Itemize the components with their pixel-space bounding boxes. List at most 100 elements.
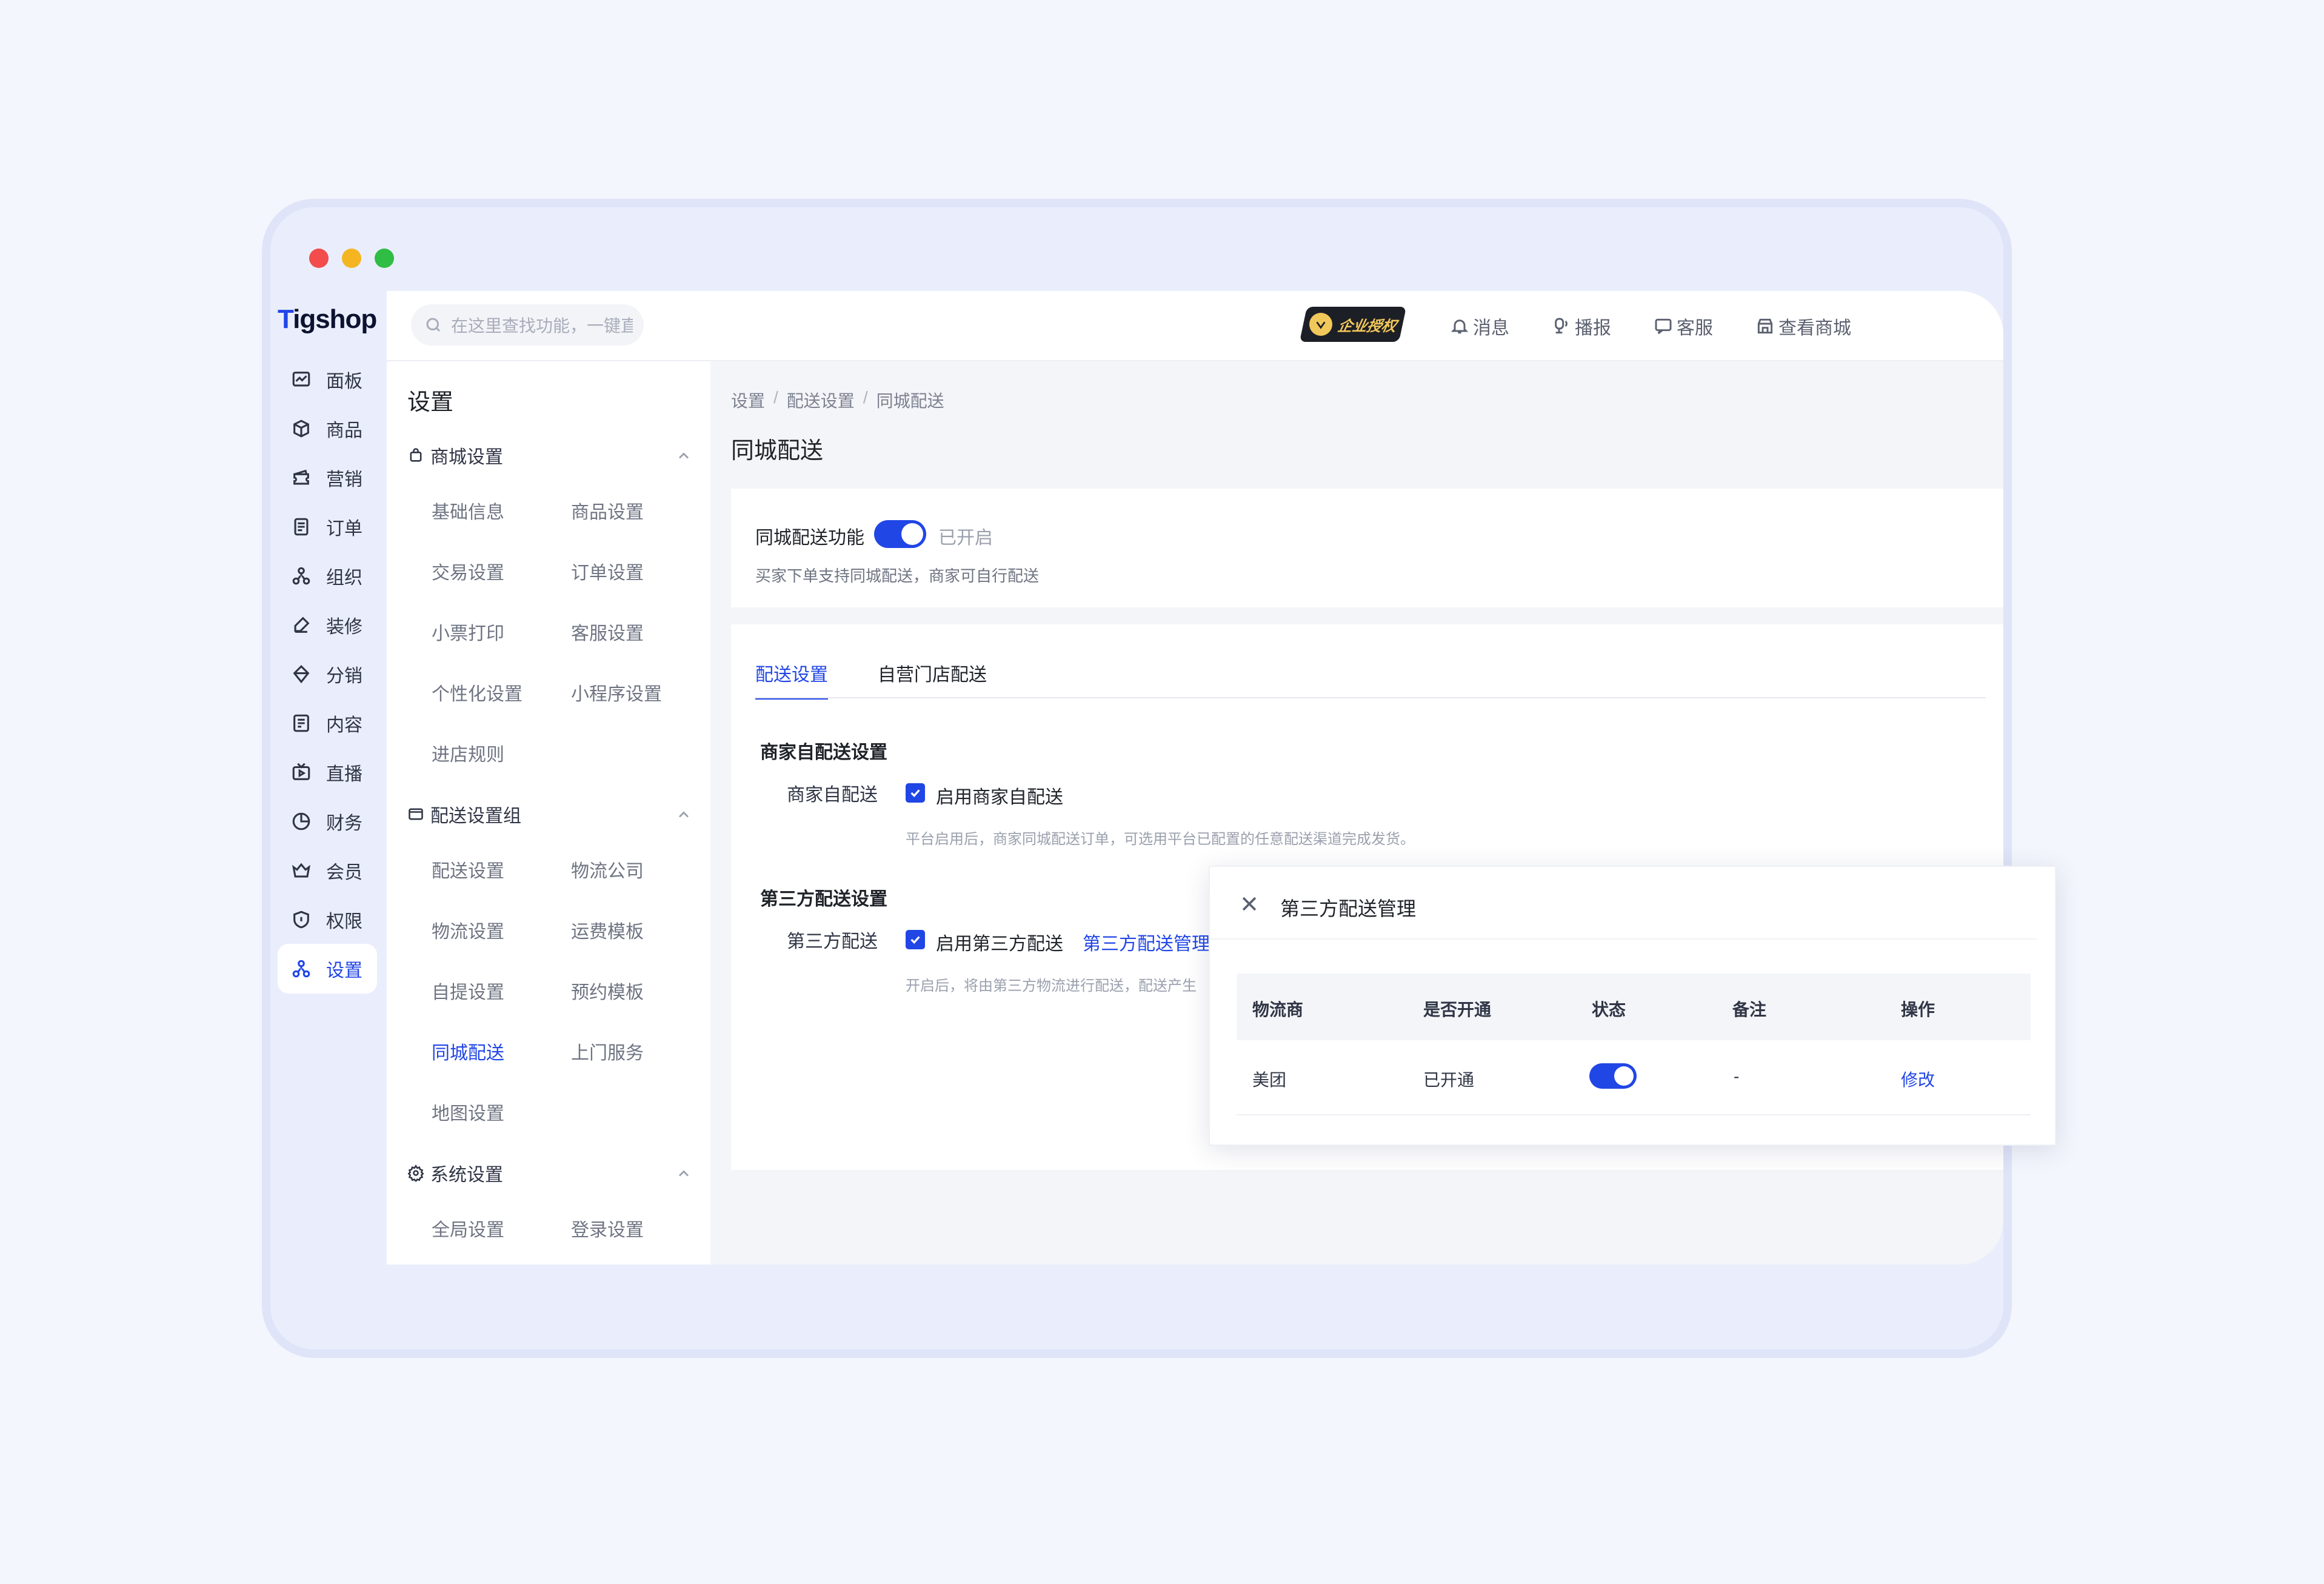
nav-orders[interactable]: 订单: [278, 502, 377, 552]
subnav-item-login-settings[interactable]: 登录设置: [571, 1215, 644, 1241]
brand-logo[interactable]: Tigshop: [278, 304, 377, 335]
enterprise-license-label: 企业授权: [1336, 318, 1398, 335]
maximize-window-button[interactable]: [375, 249, 394, 268]
feature-toggle-card: 同城配送功能 已开启 买家下单支持同城配送，商家可自行配送: [731, 489, 2003, 607]
subnav-item-same-city-delivery[interactable]: 同城配送: [432, 1038, 504, 1064]
search-icon: [426, 318, 441, 332]
nav-settings[interactable]: 设置: [278, 944, 377, 994]
chevron-up-icon: [679, 811, 689, 818]
column-provider: 物流商: [1252, 1000, 1304, 1019]
group-system-settings[interactable]: 系统设置: [407, 1158, 692, 1188]
cell-remark: -: [1734, 1067, 1740, 1086]
breadcrumb-separator: /: [773, 388, 778, 407]
store-icon: [1757, 318, 1773, 334]
tab-delivery-settings[interactable]: 配送设置: [755, 660, 828, 700]
search-input[interactable]: 在这里查找功能，一键直达: [411, 304, 644, 346]
subnav-item-logistics-settings[interactable]: 物流设置: [432, 917, 504, 943]
subnav-item-shipping-template[interactable]: 运费模板: [571, 917, 644, 943]
nav-permissions-label: 权限: [326, 912, 362, 932]
provider-status-toggle[interactable]: [1589, 1063, 1637, 1089]
nav-distribution[interactable]: 分销: [278, 649, 377, 699]
chevron-up-icon: [679, 1170, 689, 1177]
permission-icon: [291, 909, 312, 930]
nav-marketing-label: 营销: [326, 470, 362, 490]
tab-self-store-delivery[interactable]: 自营门店配送: [878, 660, 987, 697]
group-store-settings[interactable]: 商城设置: [407, 440, 692, 470]
merchant-checkbox-label[interactable]: 启用商家自配送: [936, 782, 1063, 809]
nav-decoration[interactable]: 装修: [278, 600, 377, 650]
nav-live[interactable]: 直播: [278, 747, 377, 797]
subnav-item-entry-rules[interactable]: 进店规则: [432, 740, 504, 766]
nav-settings-label: 设置: [326, 961, 362, 981]
nav-products[interactable]: 商品: [278, 404, 377, 453]
dialog-title: 第三方配送管理: [1280, 898, 1417, 920]
nav-members-label: 会员: [326, 863, 362, 883]
column-opened: 是否开通: [1423, 1000, 1492, 1019]
minimize-window-button[interactable]: [342, 249, 361, 268]
org-icon: [291, 566, 312, 586]
merchant-field-label: 商家自配送: [787, 785, 878, 805]
nav-members[interactable]: 会员: [278, 846, 377, 895]
breadcrumb-settings[interactable]: 设置: [731, 388, 765, 412]
cell-provider: 美团: [1252, 1071, 1287, 1089]
nav-content[interactable]: 内容: [278, 698, 377, 748]
enterprise-license-badge[interactable]: 企业授权: [1299, 307, 1407, 342]
nav-finance-label: 财务: [326, 814, 362, 834]
subnav-item-receipt-print[interactable]: 小票打印: [432, 618, 504, 645]
merchant-delivery-checkbox[interactable]: [906, 783, 925, 803]
check-icon: [910, 789, 920, 797]
content-icon: [291, 713, 312, 734]
subnav-item-service-settings[interactable]: 客服设置: [571, 618, 644, 645]
subnav-item-order-settings[interactable]: 订单设置: [571, 558, 644, 584]
third-party-manage-link[interactable]: 第三方配送管理: [1083, 929, 1210, 955]
view-store-link[interactable]: 查看商城: [1755, 313, 1851, 339]
close-window-button[interactable]: [309, 249, 329, 268]
subnav-title: 设置: [407, 390, 454, 415]
edit-provider-link[interactable]: 修改: [1901, 1067, 1935, 1091]
subnav-item-logistics-company[interactable]: 物流公司: [571, 856, 644, 883]
feature-state: 已开启: [938, 528, 993, 548]
nav-finance[interactable]: 财务: [278, 797, 377, 846]
subnav-item-basic-info[interactable]: 基础信息: [432, 497, 504, 524]
check-icon: [910, 936, 920, 944]
close-icon[interactable]: [1239, 894, 1260, 914]
third-party-management-dialog: 第三方配送管理 物流商 是否开通 状态 备注 操作 美团 已开通 - 修改: [1209, 866, 2056, 1146]
box-icon: [291, 418, 312, 439]
breadcrumb-delivery-settings[interactable]: 配送设置: [787, 388, 855, 412]
nav-permissions[interactable]: 权限: [278, 895, 377, 944]
subnav-item-delivery-settings[interactable]: 配送设置: [432, 856, 504, 883]
third-party-delivery-checkbox[interactable]: [906, 930, 925, 949]
order-icon: [291, 516, 312, 537]
third-party-checkbox-label[interactable]: 启用第三方配送: [936, 929, 1063, 955]
chat-icon: [1655, 318, 1672, 335]
nav-marketing[interactable]: 营销: [278, 453, 377, 503]
system-gear-icon: [407, 1165, 424, 1181]
nav-dashboard[interactable]: 面板: [278, 355, 377, 404]
subnav-item-product-settings[interactable]: 商品设置: [571, 497, 644, 524]
dashboard-icon: [291, 369, 312, 390]
merchant-section-title: 商家自配送设置: [760, 743, 887, 763]
group-system-settings-label: 系统设置: [430, 1165, 503, 1185]
subnav-item-home-service[interactable]: 上门服务: [571, 1038, 644, 1064]
nav-organization[interactable]: 组织: [278, 551, 377, 601]
messages-link[interactable]: 消息: [1450, 313, 1509, 339]
subnav-item-map-settings[interactable]: 地图设置: [432, 1098, 504, 1125]
subnav-item-trade-settings[interactable]: 交易设置: [432, 558, 504, 584]
nav-content-label: 内容: [326, 715, 362, 735]
shield-icon: [1309, 313, 1332, 336]
subnav-item-pickup-settings[interactable]: 自提设置: [432, 977, 504, 1004]
breadcrumb: 设置 / 配送设置 / 同城配送: [731, 388, 944, 412]
nav-products-label: 商品: [326, 421, 362, 441]
delivery-group-icon: [409, 808, 423, 820]
group-delivery-settings[interactable]: 配送设置组: [407, 799, 692, 829]
subnav-item-global-settings[interactable]: 全局设置: [432, 1215, 504, 1241]
customer-service-link[interactable]: 客服: [1654, 313, 1713, 339]
same-city-delivery-toggle[interactable]: [874, 520, 926, 548]
subnav-item-personalization[interactable]: 个性化设置: [432, 679, 523, 706]
broadcast-link[interactable]: 播报: [1552, 313, 1611, 339]
brush-icon: [291, 615, 312, 635]
subnav-item-miniprogram[interactable]: 小程序设置: [571, 679, 662, 706]
breadcrumb-separator: /: [863, 388, 868, 407]
third-party-hint: 开启后，将由第三方物流进行配送，配送产生: [906, 978, 1197, 994]
subnav-item-booking-template[interactable]: 预约模板: [571, 977, 644, 1004]
